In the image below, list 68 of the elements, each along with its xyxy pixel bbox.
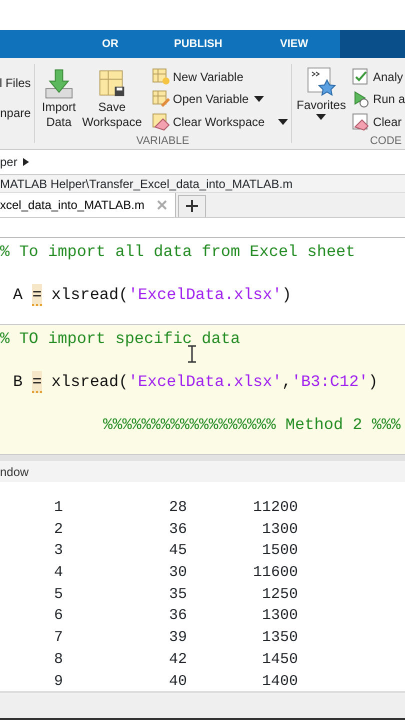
ribbon-tab[interactable]: VIEW xyxy=(276,30,312,58)
caret-icon xyxy=(254,96,264,102)
close-icon xyxy=(156,200,167,210)
code-line: % TO import specific data xyxy=(0,329,242,350)
caret-icon xyxy=(278,118,288,125)
output-value: 36 xyxy=(169,520,188,540)
editor-tab[interactable]: xcel_data_into_MATLAB.m xyxy=(0,193,176,217)
group-label: VARIABLE xyxy=(135,134,190,149)
output-value: 1450 xyxy=(260,650,298,670)
variable-button[interactable]: New Variable xyxy=(152,66,288,88)
code-button[interactable]: Run a xyxy=(352,88,405,111)
code-button[interactable]: Clear xyxy=(352,110,405,133)
code-line: B = xlsread('ExcelData.xlsx','B3:C12') xyxy=(12,371,379,393)
output-value: 1250 xyxy=(260,584,298,605)
panel-title: ndow xyxy=(0,464,29,480)
file-path: MATLAB Helper\Transfer_Excel_data_into_MATLAB.m xyxy=(0,175,405,193)
expand-arrow-icon xyxy=(23,158,30,166)
import-icon xyxy=(42,68,75,100)
output-value: 9 xyxy=(54,672,64,692)
analyze-icon xyxy=(352,68,370,86)
output-value: 1300 xyxy=(260,606,298,626)
output-value: 1350 xyxy=(260,628,298,648)
output-value: 11600 xyxy=(252,563,298,584)
favorites-button[interactable]: Favorites xyxy=(294,64,348,132)
output-value: 39 xyxy=(169,628,188,648)
new-tab-button[interactable] xyxy=(178,195,206,217)
run-icon xyxy=(352,90,370,108)
output-value: 36 xyxy=(169,606,188,626)
output-value: 1500 xyxy=(260,541,298,562)
clear-workspace-icon xyxy=(152,112,170,131)
variable-button[interactable]: Clear Workspace xyxy=(152,110,288,133)
code-line: % To import all data from Excel sheet xyxy=(0,242,356,263)
output-value: 40 xyxy=(169,672,188,692)
output-value: 2 xyxy=(54,520,64,540)
code-line: %%%%%%%%%%%%%%%%%% Method 2 %%% xyxy=(102,415,402,436)
output-value: 6 xyxy=(54,606,64,626)
favorites-icon xyxy=(306,66,336,98)
ribbon-tab[interactable]: OR xyxy=(98,30,122,58)
ribbon-item[interactable]: l Files xyxy=(0,76,31,90)
caret-icon xyxy=(316,114,326,120)
ribbon-item[interactable]: npare xyxy=(0,106,31,120)
import-data-button[interactable]: Import Data xyxy=(38,66,80,133)
group-label: CODE xyxy=(368,134,403,149)
new-variable-icon xyxy=(152,68,170,86)
output-value: 5 xyxy=(54,584,64,605)
output-value: 8 xyxy=(54,650,64,670)
code-button[interactable]: Analy xyxy=(352,66,405,88)
output-value: 7 xyxy=(54,628,64,648)
output-value: 35 xyxy=(169,584,188,605)
clear-icon xyxy=(352,112,370,131)
output-value: 3 xyxy=(54,541,64,562)
output-value: 11200 xyxy=(252,498,298,518)
code-line: A = xlsread('ExcelData.xlsx') xyxy=(12,284,292,306)
output-value: 42 xyxy=(169,650,188,670)
variable-button[interactable]: Open Variable xyxy=(152,88,288,111)
output-value: 1300 xyxy=(260,520,298,540)
output-value: 1 xyxy=(54,498,64,518)
output-value: 28 xyxy=(169,498,188,518)
ribbon-tab[interactable]: PUBLISH xyxy=(170,30,226,58)
output-value: 30 xyxy=(169,563,188,584)
output-value: 4 xyxy=(54,563,64,584)
address-segment[interactable]: per xyxy=(0,153,18,171)
output-value: 45 xyxy=(169,541,188,562)
plus-icon xyxy=(186,200,198,212)
output-value: 1400 xyxy=(260,672,298,692)
open-variable-icon xyxy=(152,90,170,108)
text-cursor-icon xyxy=(187,345,197,363)
save-workspace-button[interactable]: Save Workspace xyxy=(80,66,144,133)
